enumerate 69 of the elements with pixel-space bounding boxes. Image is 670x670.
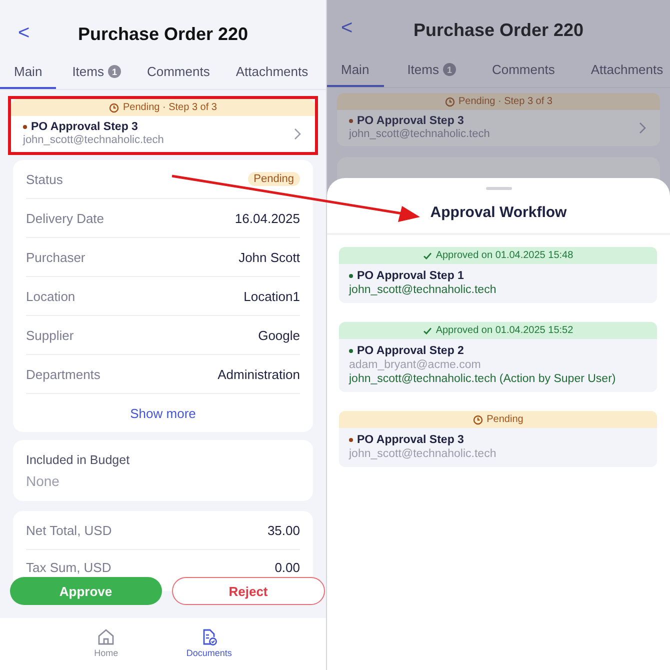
- field-value: Location1: [244, 288, 300, 304]
- page-title: Purchase Order 220: [413, 20, 584, 40]
- status-dot: [349, 119, 353, 123]
- step-name: PO Approval Step 3: [357, 434, 464, 446]
- status-dot: [23, 125, 27, 129]
- tab[interactable]: Comments: [476, 54, 568, 87]
- field-label: Location: [26, 288, 76, 304]
- field-value: John Scott: [238, 250, 300, 264]
- chevron-icon: [294, 128, 301, 140]
- field-value: 35.00: [267, 522, 300, 538]
- check-icon: [422, 326, 432, 334]
- step-name: PO Approval Step 1: [357, 270, 464, 282]
- field-label: Net Total, USD: [26, 522, 112, 538]
- approver-email: john_scott@technaholic.tech: [349, 448, 498, 460]
- nav-item[interactable]: Home: [94, 618, 118, 670]
- status-dot: [349, 274, 353, 278]
- status-text: Pending: [486, 414, 524, 425]
- status-text: Pending · Step 3 of 3: [123, 102, 217, 113]
- status-dot: [349, 349, 353, 353]
- field-value: None: [26, 473, 60, 489]
- clock-icon: [109, 102, 120, 112]
- tab[interactable]: Attachments: [576, 54, 670, 87]
- home-icon: [97, 628, 116, 646]
- field-value: 16.04.2025: [234, 210, 300, 226]
- check-icon: [422, 252, 432, 260]
- approval-card[interactable]: Pending · Step 3 of 3 PO Approval Step 3 john_scott@technaholic.tech: [337, 93, 660, 146]
- clock-icon: [444, 96, 455, 106]
- field-label: Tax Sum, USD: [26, 560, 112, 574]
- tab[interactable]: Comments: [134, 56, 220, 89]
- tab[interactable]: Items 1: [392, 54, 469, 87]
- approval-card[interactable]: Pending · Step 3 of 3 PO Approval Step 3 john_scott@technaholic.tech: [11, 99, 315, 152]
- field-label: Purchaser: [26, 250, 86, 264]
- field-label: Status: [26, 172, 63, 186]
- field-label: Supplier: [26, 328, 74, 342]
- approver-email: john_scott@technaholic.tech: [349, 284, 498, 296]
- field-value: Google: [258, 328, 300, 342]
- field-label: Departments: [26, 366, 100, 382]
- tab[interactable]: Main: [327, 54, 384, 87]
- tab[interactable]: Items 1: [60, 56, 131, 89]
- field-label: Delivery Date: [26, 210, 104, 226]
- field-value: 0.00: [274, 560, 300, 574]
- approver-email: john_scott@technaholic.tech (Action by Super User): [349, 373, 617, 385]
- approver-email: adam_bryant@acme.com: [349, 359, 482, 371]
- approver-email: john_scott@technaholic.tech: [23, 134, 164, 146]
- nav-item[interactable]: Documents: [186, 618, 232, 670]
- status-text: Approved on 01.04.2025 15:48: [436, 250, 574, 261]
- back-button[interactable]: <: [18, 22, 30, 45]
- page-title: Purchase Order 220: [78, 24, 248, 44]
- count-badge: 1: [442, 63, 456, 76]
- status-badge: Pending: [248, 172, 300, 186]
- field-value: Administration: [218, 366, 300, 382]
- status-dot: [349, 438, 353, 442]
- reject-button[interactable]: Reject: [172, 577, 325, 605]
- field-label: Included in Budget: [26, 453, 131, 467]
- status-text: Approved on 01.04.2025 15:52: [436, 325, 574, 336]
- step-name: PO Approval Step 2: [357, 345, 464, 357]
- show-more-link[interactable]: Show more: [13, 394, 313, 432]
- step-name: PO Approval Step 3: [31, 121, 138, 133]
- clock-icon: [472, 414, 483, 424]
- status-text: Pending · Step 3 of 3: [458, 96, 552, 107]
- chevron-icon: [639, 122, 646, 134]
- tab[interactable]: Attachments: [224, 56, 318, 89]
- count-badge: 1: [108, 65, 121, 78]
- back-button[interactable]: <: [341, 17, 353, 40]
- step-name: PO Approval Step 3: [357, 115, 464, 127]
- approve-button[interactable]: Approve: [10, 577, 162, 605]
- approver-email: john_scott@technaholic.tech: [349, 128, 490, 140]
- drag-handle[interactable]: [486, 187, 512, 190]
- tab[interactable]: Main: [0, 56, 56, 89]
